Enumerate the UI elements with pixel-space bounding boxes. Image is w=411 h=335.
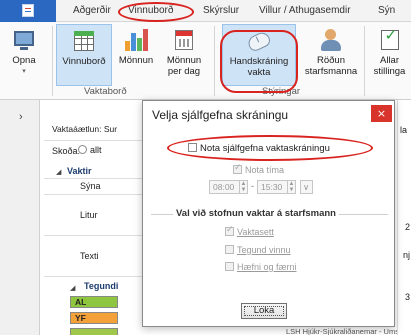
right-edge-text-1: la bbox=[400, 125, 408, 135]
haefni-label: Hæfni og færni bbox=[237, 262, 297, 272]
group-label-vaktabord: Vaktaborð bbox=[84, 86, 127, 97]
calendar-day-icon bbox=[171, 27, 197, 53]
checkbox[interactable] bbox=[233, 163, 242, 174]
checkbox[interactable] bbox=[225, 262, 234, 271]
time-from-input[interactable]: 08:00 bbox=[209, 180, 240, 194]
tegund-vinnu-label: Tegund vinnu bbox=[237, 245, 291, 255]
menu-bar: Aðgerðir Vinnuborð Skýrslur Villur / Ath… bbox=[0, 0, 411, 22]
nota-sjalfgefna-checkbox[interactable]: Nota sjálfgefna vaktaskráningu bbox=[188, 143, 330, 154]
app-menu-button[interactable] bbox=[0, 0, 56, 22]
tag-al[interactable]: AL bbox=[70, 296, 118, 308]
focus-rectangle bbox=[244, 306, 284, 316]
grid-icon bbox=[71, 28, 97, 54]
time-from-spinner[interactable]: ▲ ▼ bbox=[239, 180, 248, 194]
nota-sjalfgefna-label: Nota sjálfgefna vaktaskráningu bbox=[200, 143, 330, 154]
tag-yf[interactable]: YF bbox=[70, 312, 118, 324]
tegundir-header: Tegundi bbox=[84, 281, 119, 291]
open-button[interactable]: Opna ▾ bbox=[4, 24, 44, 86]
nota-tima-checkbox[interactable]: Nota tíma bbox=[233, 163, 285, 175]
right-row-text: LSH Hjúkr-Sjúkraliðanemar - Umsjón ∨ bbox=[286, 327, 411, 335]
litur-label: Litur bbox=[80, 210, 98, 220]
vinnubord-label: Vinnuborð bbox=[62, 56, 106, 67]
time-to-input[interactable]: 15:30 bbox=[257, 180, 288, 194]
rodun-starfsmanna-button[interactable]: Röðun starfsmanna bbox=[302, 24, 360, 86]
nota-tima-label: Nota tíma bbox=[245, 165, 285, 175]
time-to-spinner[interactable]: ▲ ▼ bbox=[287, 180, 296, 194]
bar-chart-icon bbox=[123, 27, 149, 53]
monnun-label: Mönnun bbox=[118, 55, 154, 66]
monnun-per-dag-label-1: Mönnun bbox=[166, 55, 202, 66]
menu-tab-villur[interactable]: Villur / Athugasemdir bbox=[259, 5, 351, 16]
haefni-checkbox[interactable]: Hæfni og færni bbox=[225, 262, 297, 272]
right-edge-text-3: nj bbox=[403, 250, 411, 260]
skoda-label: Skoða: bbox=[52, 146, 81, 156]
tegund-vinnu-checkbox[interactable]: Tegund vinnu bbox=[225, 245, 291, 255]
monnun-per-dag-button[interactable]: Mönnun per dag bbox=[160, 24, 208, 86]
left-collapsed-panel bbox=[0, 100, 40, 335]
allar-label-1: Allar bbox=[379, 55, 399, 66]
tag-unnamed[interactable] bbox=[70, 328, 118, 335]
syna-label: Sýna bbox=[80, 181, 101, 191]
radio-button[interactable] bbox=[78, 145, 87, 154]
skoda-option-label: allt bbox=[90, 145, 102, 155]
monnun-button[interactable]: Mönnun bbox=[114, 24, 158, 86]
ribbon-separator bbox=[52, 26, 53, 96]
expand-panel-icon[interactable]: › bbox=[19, 111, 23, 123]
allar-label-2: stillinga bbox=[373, 66, 406, 77]
vinnubord-button[interactable]: Vinnuborð bbox=[56, 24, 112, 86]
highlight-circle-handskraning bbox=[220, 30, 298, 93]
checklist-icon bbox=[377, 27, 403, 53]
close-button[interactable]: × bbox=[371, 105, 392, 122]
highlight-circle-vinnubord bbox=[118, 2, 194, 22]
allar-stillingar-button[interactable]: Allar stillinga bbox=[368, 24, 411, 86]
calendar-icon bbox=[22, 4, 34, 17]
checkbox[interactable] bbox=[188, 143, 197, 152]
vaktir-header: Vaktir bbox=[67, 166, 92, 176]
collapse-triangle-icon[interactable]: ◢ bbox=[56, 168, 61, 176]
menu-tab-adgerdir[interactable]: Aðgerðir bbox=[73, 5, 111, 16]
vaktasett-checkbox[interactable]: Vaktasett bbox=[225, 225, 274, 237]
skoda-radio-allt[interactable]: allt bbox=[78, 145, 102, 155]
dialog-title: Velja sjálfgefna skráningu bbox=[152, 108, 289, 122]
texti-label: Texti bbox=[80, 251, 99, 261]
right-edge-text-4: 3 bbox=[405, 292, 411, 302]
monitor-icon bbox=[11, 27, 37, 53]
ribbon: Opna ▾ Vinnuborð Mönnun Mönnun per dag V… bbox=[0, 22, 411, 100]
ribbon-separator bbox=[214, 26, 215, 96]
right-edge-text-2: 2 bbox=[405, 222, 411, 232]
panel-header: Vaktaáætlun: Sur bbox=[52, 124, 118, 134]
menu-tab-syn[interactable]: Sýn bbox=[378, 5, 395, 16]
default-registration-dialog: Velja sjálfgefna skráningu × Nota sjálfg… bbox=[142, 100, 395, 327]
rodun-label-2: starfsmanna bbox=[304, 66, 358, 77]
person-icon bbox=[318, 27, 344, 53]
monnun-per-dag-label-2: per dag bbox=[167, 66, 201, 77]
close-dialog-button[interactable]: Loka bbox=[241, 303, 287, 319]
vaktasett-label: Vaktasett bbox=[237, 227, 274, 237]
rodun-label-1: Röðun bbox=[317, 55, 345, 66]
collapse-triangle-icon[interactable]: ◢ bbox=[70, 284, 75, 292]
time-separator: - bbox=[251, 181, 254, 191]
section-title: Val við stofnun vaktar á starfsmann bbox=[173, 208, 339, 219]
dropdown-arrow-icon: ▾ bbox=[22, 68, 26, 75]
checkbox[interactable] bbox=[225, 245, 234, 254]
open-label: Opna bbox=[12, 55, 36, 66]
menu-tab-skyrslur[interactable]: Skýrslur bbox=[203, 5, 239, 16]
ribbon-separator bbox=[364, 26, 365, 96]
checkbox[interactable] bbox=[225, 225, 234, 236]
time-dropdown-button[interactable]: ∨ bbox=[300, 180, 313, 194]
